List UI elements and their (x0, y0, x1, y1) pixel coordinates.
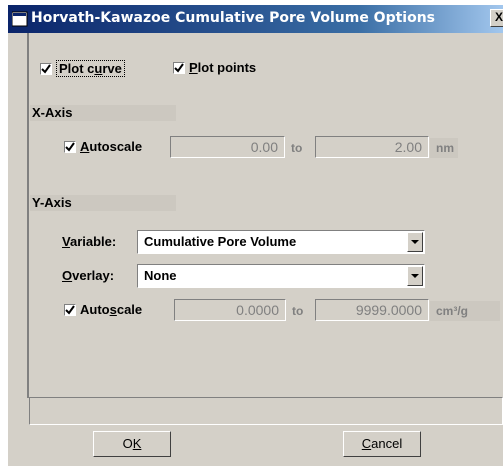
chevron-down-icon (411, 240, 419, 244)
left-frame-edge (27, 33, 29, 398)
y-axis-heading: Y-Axis (30, 195, 176, 211)
plot-points-label: Plot points (189, 60, 257, 75)
options-dialog: Horvath-Kawazoe Cumulative Pore Volume O… (8, 5, 503, 466)
chevron-down-icon (411, 274, 419, 278)
y-max-field[interactable]: 9999.0000 (315, 299, 429, 321)
overlay-dropdown-button[interactable] (407, 266, 423, 286)
y-min-field[interactable]: 0.0000 (174, 299, 286, 321)
status-bar (29, 397, 503, 425)
checkmark-icon (65, 141, 75, 152)
cancel-button[interactable]: Cancel (343, 431, 421, 457)
ok-button[interactable]: OK (93, 431, 171, 457)
overlay-label: Overlay: (62, 268, 115, 283)
variable-select[interactable]: Cumulative Pore Volume (137, 230, 425, 254)
checkbox-box[interactable] (173, 61, 185, 74)
x-autoscale-checkbox[interactable]: Autoscale (64, 139, 142, 154)
overlay-value: None (144, 268, 177, 283)
y-autoscale-label: Autoscale (80, 302, 143, 317)
x-to-label: to (291, 141, 303, 155)
app-icon (12, 11, 28, 27)
checkmark-icon (65, 304, 75, 315)
checkbox-box[interactable] (64, 303, 76, 316)
window-title: Horvath-Kawazoe Cumulative Pore Volume O… (31, 10, 436, 26)
title-bar: Horvath-Kawazoe Cumulative Pore Volume O… (8, 5, 503, 33)
checkbox-box[interactable] (64, 140, 76, 153)
checkbox-box[interactable] (40, 62, 52, 75)
x-min-field[interactable]: 0.00 (170, 136, 285, 158)
x-axis-heading: X-Axis (30, 105, 176, 121)
variable-value: Cumulative Pore Volume (144, 234, 297, 249)
y-to-label: to (292, 304, 304, 318)
checkmark-icon (174, 62, 184, 73)
close-button[interactable]: X (490, 9, 503, 27)
y-autoscale-checkbox[interactable]: Autoscale (64, 302, 142, 317)
plot-points-checkbox[interactable]: Plot points (173, 60, 256, 75)
variable-dropdown-button[interactable] (407, 232, 423, 252)
overlay-select[interactable]: None (137, 264, 425, 288)
checkmark-icon (41, 63, 51, 74)
close-icon: X (494, 10, 503, 24)
variable-label: Variable: (62, 234, 117, 249)
plot-curve-label: Plot curve (56, 60, 125, 77)
x-autoscale-label: Autoscale (80, 139, 143, 154)
x-max-field[interactable]: 2.00 (315, 136, 429, 158)
plot-curve-checkbox[interactable]: Plot curve (40, 60, 125, 77)
y-unit-label: cm³/g (430, 301, 500, 321)
x-unit-label: nm (430, 138, 458, 158)
